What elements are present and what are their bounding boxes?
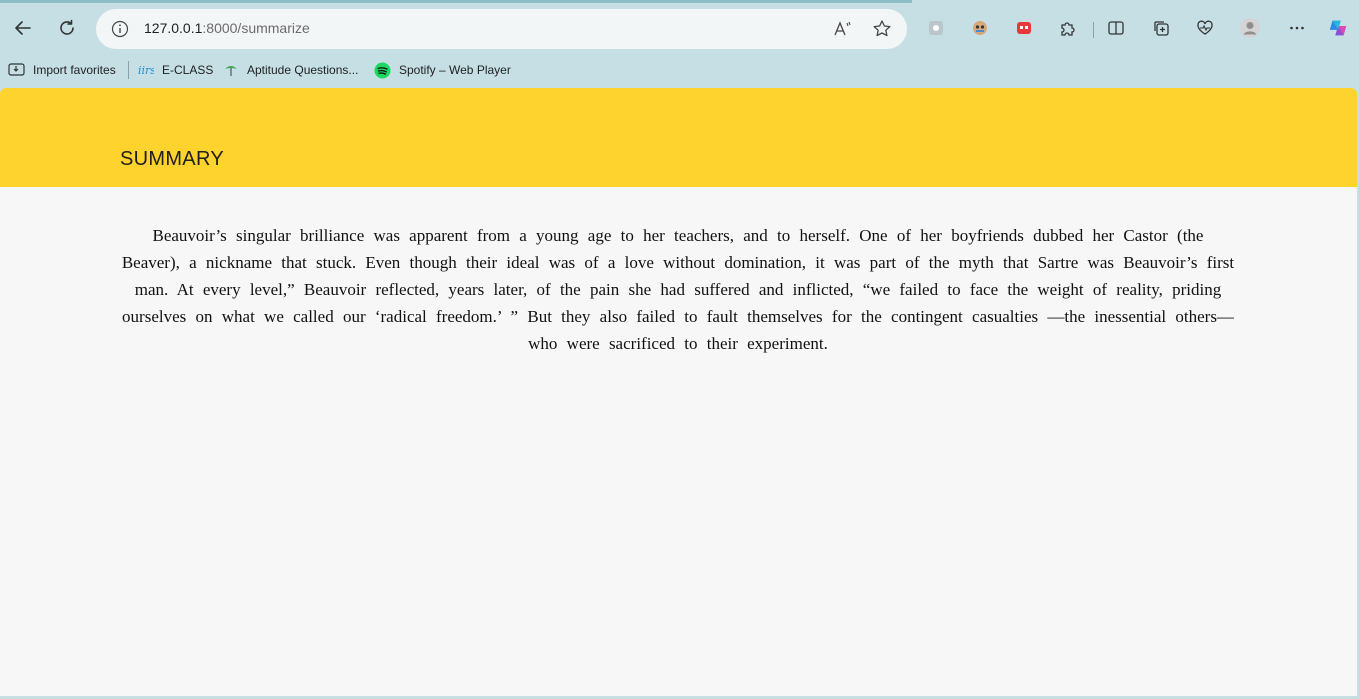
copilot-icon[interactable] (1327, 17, 1349, 39)
extensions-puzzle-icon[interactable] (1057, 17, 1079, 39)
bookmark-spotify[interactable]: Spotify – Web Player (374, 60, 511, 80)
aptitude-icon (223, 62, 239, 78)
bookmark-label: Import favorites (33, 63, 116, 77)
address-bar[interactable]: 127.0.0.1:8000/summarize (96, 9, 907, 49)
back-button[interactable] (6, 11, 40, 45)
site-info-icon[interactable] (111, 20, 129, 38)
profile-avatar-icon[interactable] (1239, 17, 1261, 39)
favorite-star-icon[interactable] (872, 19, 892, 39)
url-text[interactable]: 127.0.0.1:8000/summarize (144, 20, 310, 36)
bookmark-import-favorites[interactable]: Import favorites (8, 60, 116, 80)
back-arrow-icon (15, 21, 31, 35)
page-viewport: SUMMARY Beauvoir’s singular brilliance w… (0, 88, 1357, 696)
bookmark-label: E-CLASS (162, 63, 214, 77)
spotify-icon (374, 62, 391, 79)
url-host: 127.0.0.1 (144, 20, 203, 36)
import-favorites-icon (8, 62, 25, 78)
extension-2-icon[interactable] (969, 17, 991, 39)
bookmark-aptitude-questions[interactable]: Aptitude Questions... (223, 60, 358, 80)
refresh-icon (60, 19, 74, 35)
summary-header: SUMMARY (0, 88, 1357, 187)
iirs-logo-icon: iirs (138, 62, 154, 78)
bookmarks-bar: Import favorites iirs E-CLASS Aptitude Q… (0, 56, 1359, 84)
refresh-button[interactable] (50, 11, 84, 45)
bookmarks-divider (128, 61, 129, 79)
svg-text:iirs: iirs (138, 64, 154, 77)
summary-text: Beauvoir’s singular brilliance was appar… (121, 226, 1235, 353)
split-screen-icon[interactable] (1105, 17, 1127, 39)
bookmark-e-class[interactable]: iirs E-CLASS (138, 60, 213, 80)
read-aloud-icon[interactable] (833, 19, 853, 39)
browser-window: 127.0.0.1:8000/summarize Import favorite… (0, 0, 1359, 699)
extension-1-icon[interactable] (925, 17, 947, 39)
health-icon[interactable] (1194, 17, 1216, 39)
more-menu-icon[interactable] (1286, 17, 1308, 39)
bookmark-label: Spotify – Web Player (399, 63, 511, 77)
collections-icon[interactable] (1150, 17, 1172, 39)
browser-toolbar: 127.0.0.1:8000/summarize (0, 3, 1359, 55)
bookmark-label: Aptitude Questions... (247, 63, 359, 77)
toolbar-divider (1093, 22, 1094, 38)
extension-3-icon[interactable] (1013, 17, 1035, 39)
page-title: SUMMARY (120, 148, 224, 170)
url-path: :8000/summarize (202, 20, 310, 36)
